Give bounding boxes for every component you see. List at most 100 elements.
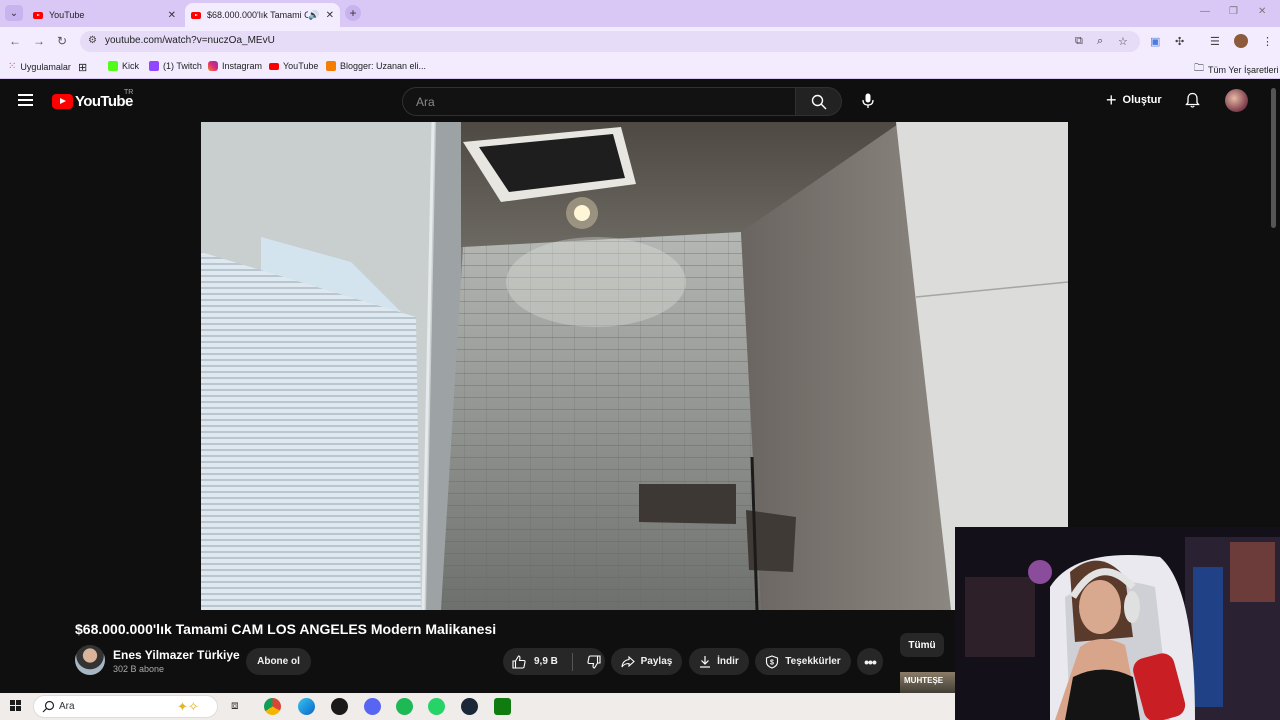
notifications-button[interactable]: [1185, 92, 1200, 114]
menu-dots-icon[interactable]: ⋮: [1262, 35, 1273, 48]
close-window-icon[interactable]: ✕: [1258, 6, 1266, 17]
browser-toolbar: ← → ↻ ⚙ youtube.com/watch?v=nuczOa_MEvU …: [0, 27, 1280, 56]
instagram-icon: [208, 61, 218, 71]
translate-extension-icon[interactable]: ▣: [1150, 35, 1160, 48]
divider: [571, 652, 573, 671]
bookmark-blogger[interactable]: Blogger: Uzanan eli...: [326, 61, 426, 71]
folder-icon: 🗀: [1194, 63, 1204, 74]
blogger-icon: [326, 61, 336, 71]
twitch-icon: [149, 61, 159, 71]
channel-avatar[interactable]: [75, 645, 105, 675]
close-icon[interactable]: ✕: [168, 10, 176, 21]
thanks-label: Teşekkürler: [785, 656, 841, 667]
extensions-icon[interactable]: ✣: [1175, 35, 1184, 48]
bookmarks-bar: ⁙ Uygulamalar ⊞ Kick (1) Twitch Instagra…: [0, 56, 1280, 79]
page-scrollbar[interactable]: [1271, 88, 1276, 228]
filter-label: Tümü: [908, 639, 936, 651]
url-text: youtube.com/watch?v=nuczOa_MEvU: [105, 35, 275, 46]
share-button[interactable]: Paylaş: [611, 648, 682, 675]
like-dislike-group: 9,9 B: [503, 648, 605, 675]
forward-icon[interactable]: →: [33, 34, 45, 48]
edge-icon[interactable]: [298, 698, 315, 715]
channel-name[interactable]: Enes Yilmazer Türkiye: [113, 648, 240, 662]
xbox-icon[interactable]: [494, 698, 511, 715]
microphone-icon: [862, 93, 874, 108]
new-tab-button[interactable]: +: [345, 5, 361, 21]
bookmark-youtube[interactable]: YouTube: [269, 61, 318, 71]
copilot-sparkle-icon: ✦✧: [177, 699, 199, 714]
share-icon: [621, 655, 635, 667]
tab-video[interactable]: $68.000.000'lık Tamami CAM 🔊 ✕: [185, 3, 340, 27]
bookmark-instagram[interactable]: Instagram: [208, 61, 262, 71]
more-actions-button[interactable]: •••: [857, 648, 883, 675]
streamer-webcam: [955, 527, 1280, 720]
whatsapp-icon[interactable]: [428, 698, 445, 715]
plus-icon: +: [1106, 90, 1117, 110]
video-player[interactable]: [201, 122, 1068, 610]
webcam-overlay: [955, 527, 1280, 720]
chrome-icon[interactable]: [264, 698, 281, 715]
tab-search-button[interactable]: ⌄: [5, 5, 23, 21]
youtube-logo[interactable]: YouTube TR: [52, 89, 133, 110]
tab-youtube[interactable]: YouTube ✕: [27, 3, 182, 27]
reload-icon[interactable]: ↻: [57, 34, 67, 48]
bookmark-star-icon[interactable]: ☆: [1118, 35, 1128, 48]
browser-tab-strip: ⌄ YouTube ✕ $68.000.000'lık Tamami CAM 🔊…: [0, 0, 1280, 27]
obs-icon[interactable]: [331, 698, 348, 715]
recommended-video-thumbnail[interactable]: MUHTEŞE: [900, 672, 955, 694]
restore-icon[interactable]: ❐: [1229, 6, 1238, 17]
bookmark-kick[interactable]: Kick: [108, 61, 139, 71]
bookmark-label: Tüm Yer İşaretleri: [1208, 64, 1279, 75]
search-input[interactable]: Ara: [402, 87, 796, 116]
create-button[interactable]: + Oluştur: [1106, 90, 1162, 110]
thumbs-down-icon[interactable]: [587, 654, 601, 669]
create-label: Oluştur: [1122, 94, 1162, 106]
media-controls-icon[interactable]: ☰: [1210, 35, 1220, 48]
subscribe-button[interactable]: Abone ol: [246, 648, 311, 675]
bookmark-twitch[interactable]: (1) Twitch: [149, 61, 202, 71]
close-icon[interactable]: ✕: [326, 10, 334, 21]
all-bookmarks[interactable]: 🗀 Tüm Yer İşaretleri: [1194, 61, 1279, 78]
svg-text:$: $: [770, 659, 774, 666]
profile-avatar[interactable]: [1234, 34, 1248, 48]
zoom-icon[interactable]: ⌕: [1097, 35, 1103, 48]
windows-taskbar: Ara ✦✧ ⧈: [0, 693, 955, 720]
user-avatar[interactable]: [1225, 89, 1248, 112]
site-info-icon[interactable]: ⚙: [88, 35, 97, 46]
filter-chip-all[interactable]: Tümü: [900, 633, 944, 657]
thumbnail-text: MUHTEŞE: [904, 676, 944, 685]
hamburger-menu-icon[interactable]: [18, 94, 33, 106]
bookmark-grid[interactable]: ⊞: [78, 61, 87, 74]
download-button[interactable]: İndir: [689, 648, 749, 675]
thanks-heart-icon: $: [766, 654, 779, 669]
bookmark-apps[interactable]: ⁙ Uygulamalar: [8, 61, 71, 72]
task-view-icon[interactable]: ⧈: [231, 698, 248, 715]
bookmark-label: Uygulamalar: [20, 61, 71, 72]
youtube-play-icon: [52, 94, 73, 109]
subscriber-count: 302 B abone: [113, 664, 165, 674]
thanks-button[interactable]: $ Teşekkürler: [755, 648, 851, 675]
country-code: TR: [124, 89, 134, 96]
share-label: Paylaş: [640, 656, 673, 667]
steam-icon[interactable]: [461, 698, 478, 715]
subscribe-label: Abone ol: [257, 656, 300, 667]
address-bar[interactable]: ⚙ youtube.com/watch?v=nuczOa_MEvU ⧉ ⌕ ☆: [80, 31, 1140, 52]
bookmark-label: YouTube: [283, 61, 319, 71]
search-placeholder: Ara: [416, 95, 435, 109]
search-button[interactable]: [795, 87, 842, 116]
like-button[interactable]: 9,9 B: [512, 654, 558, 669]
bell-icon: [1185, 92, 1200, 108]
back-icon[interactable]: ←: [9, 34, 21, 48]
minimize-icon[interactable]: —: [1200, 6, 1210, 17]
voice-search-button[interactable]: [858, 91, 878, 111]
bookmark-label: Blogger: Uzanan eli...: [340, 61, 427, 71]
speaker-icon[interactable]: 🔊: [308, 10, 319, 21]
discord-icon[interactable]: [364, 698, 381, 715]
taskbar-search-input[interactable]: Ara ✦✧: [33, 695, 218, 718]
download-icon: [700, 656, 711, 668]
install-app-icon[interactable]: ⧉: [1075, 35, 1083, 48]
spotify-icon[interactable]: [396, 698, 413, 715]
bookmark-label: Instagram: [222, 61, 263, 71]
windows-start-icon[interactable]: [10, 700, 22, 712]
tab-title: YouTube: [49, 10, 85, 20]
